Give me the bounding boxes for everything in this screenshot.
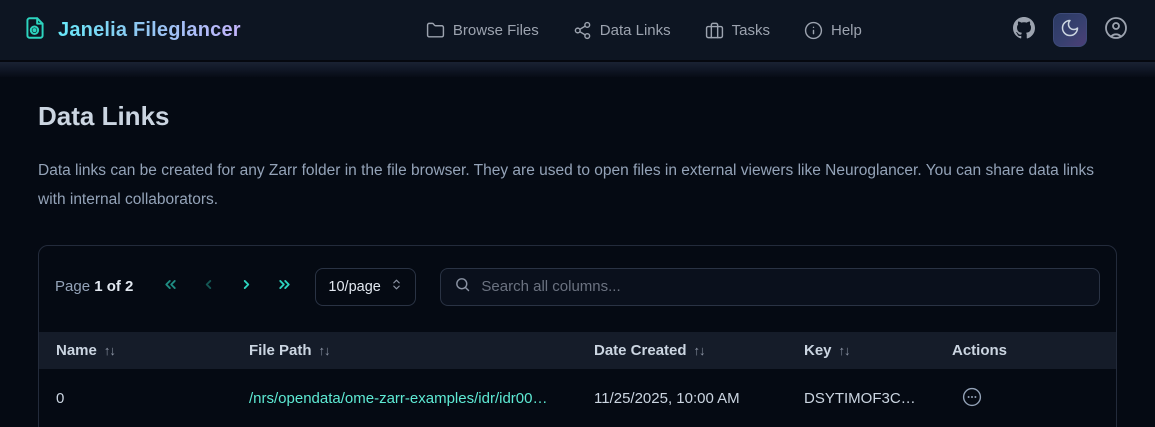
data-links-table: Name ↑↓ File Path ↑↓ Date Created ↑↓ Key ↑↓ …: [39, 331, 1116, 427]
content-top-shade: [0, 60, 1155, 77]
navbar-actions: [1007, 13, 1133, 47]
info-icon: [804, 21, 823, 40]
page-indicator: Page 1 of 2: [55, 278, 133, 295]
column-header-key[interactable]: Key ↑↓: [804, 332, 952, 369]
app-title: Janelia Fileglancer: [58, 18, 241, 41]
user-icon: [1104, 16, 1128, 45]
last-page-button[interactable]: [265, 272, 303, 302]
search-icon: [454, 276, 471, 298]
sort-icon[interactable]: ↑↓: [319, 343, 331, 358]
search-input[interactable]: [481, 278, 1086, 296]
column-header-file-path[interactable]: File Path ↑↓: [249, 332, 594, 369]
page-label: Page: [55, 278, 91, 296]
chevrons-right-icon: [276, 276, 293, 298]
cell-date-created: 11/25/2025, 10:00 AM: [594, 368, 804, 427]
sort-icon[interactable]: ↑↓: [694, 343, 706, 358]
github-icon: [1013, 16, 1035, 44]
table-toolbar: Page 1 of 2 10/page Search all columns..…: [39, 246, 1116, 332]
nav-label: Tasks: [731, 21, 770, 39]
data-links-card: Page 1 of 2 10/page Search all columns..…: [38, 244, 1117, 427]
chevron-left-icon: [200, 276, 217, 298]
nav-label: Help: [831, 21, 862, 39]
folder-icon: [426, 21, 445, 40]
sort-icon[interactable]: ↑↓: [839, 343, 851, 358]
briefcase-icon: [705, 21, 724, 40]
sort-icon[interactable]: ↑↓: [104, 343, 116, 358]
theme-toggle-button[interactable]: [1053, 13, 1087, 47]
top-navbar: Janelia Fileglancer Browse Files Data Li…: [0, 0, 1155, 60]
first-page-button[interactable]: [151, 272, 189, 302]
table-header-row: Name ↑↓ File Path ↑↓ Date Created ↑↓ Key ↑↓ …: [39, 331, 1116, 369]
share-icon: [573, 21, 592, 40]
nav-label: Browse Files: [452, 21, 539, 39]
column-header-name[interactable]: Name ↑↓: [39, 332, 249, 369]
moon-icon: [1060, 18, 1080, 43]
table-row: 0 /nrs/opendata/ome-zarr-examples/idr/id…: [39, 368, 1116, 427]
page-size-select[interactable]: 10/page: [315, 267, 417, 306]
chevrons-left-icon: [162, 276, 179, 298]
nav-label: Data Links: [599, 21, 671, 39]
file-path-link[interactable]: /nrs/opendata/ome-zarr-examples/idr/idr0…: [249, 390, 547, 407]
cell-key: DSYTIMOF3C…: [804, 368, 952, 427]
chevron-right-icon: [238, 276, 255, 298]
github-button[interactable]: [1007, 13, 1041, 47]
main-content: Data Links Data links can be created for…: [0, 101, 1155, 427]
user-menu-button[interactable]: [1099, 13, 1133, 47]
page-size-value: 10/page: [328, 278, 381, 295]
ellipsis-circle-icon: [962, 387, 982, 411]
prev-page-button[interactable]: [189, 272, 227, 302]
cell-name: 0: [39, 368, 249, 427]
search-field: [440, 267, 1100, 306]
row-actions-button[interactable]: [961, 387, 983, 411]
chevron-up-down-icon: [390, 278, 403, 295]
column-header-actions: Actions: [952, 341, 1008, 359]
nav-item-data-links[interactable]: Data Links: [573, 21, 671, 40]
next-page-button[interactable]: [227, 272, 265, 302]
main-nav: Browse Files Data Links Tasks Help: [386, 21, 862, 40]
fileglancer-logo-icon: [22, 15, 48, 46]
page-description: Data links can be created for any Zarr f…: [38, 162, 1095, 209]
column-header-date-created[interactable]: Date Created ↑↓: [594, 332, 804, 369]
page-title: Data Links: [38, 101, 170, 131]
nav-item-tasks[interactable]: Tasks: [705, 21, 770, 40]
page-count: 1 of 2: [94, 278, 134, 296]
nav-item-browse-files[interactable]: Browse Files: [426, 21, 539, 40]
pager-controls: [151, 272, 303, 302]
brand[interactable]: Janelia Fileglancer: [22, 15, 241, 46]
nav-item-help[interactable]: Help: [804, 21, 862, 40]
